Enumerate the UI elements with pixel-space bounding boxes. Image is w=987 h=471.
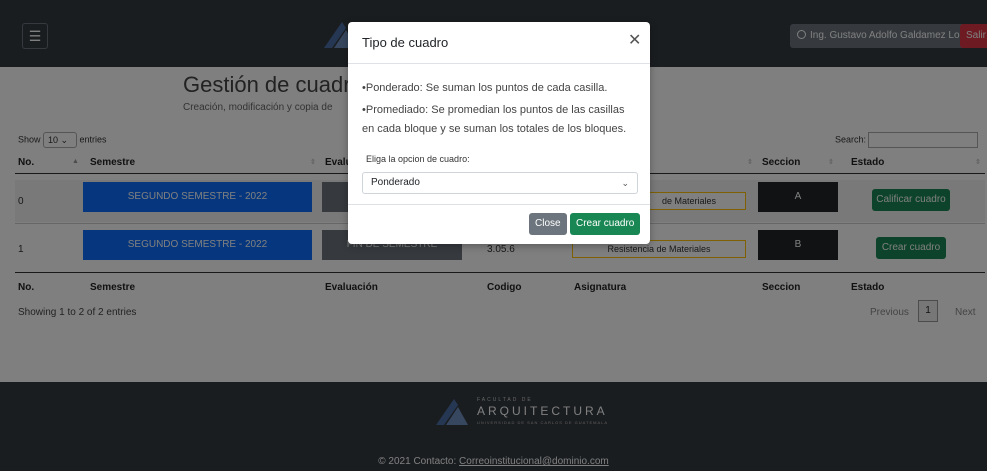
- cuadro-type-label: Eliga la opcion de cuadro:: [366, 154, 470, 164]
- modal-header: Tipo de cuadro ✕: [348, 22, 650, 64]
- modal-footer-divider: [348, 204, 650, 205]
- modal-create-cuadro-button[interactable]: Crear cuadro: [570, 213, 641, 235]
- modal-title: Tipo de cuadro: [362, 35, 449, 50]
- modal-close-button[interactable]: Close: [529, 213, 567, 235]
- modal-description-promediado-cont: en cada bloque y se suman los totales de…: [362, 123, 627, 135]
- cuadro-type-value: Ponderado: [371, 177, 420, 188]
- modal-description-promediado: •Promediado: Se promedian los puntos de …: [362, 104, 625, 116]
- cuadro-type-select[interactable]: Ponderado ⌄: [362, 172, 638, 194]
- modal-description-ponderado: •Ponderado: Se suman los puntos de cada …: [362, 82, 608, 94]
- close-icon[interactable]: ✕: [628, 32, 641, 50]
- chevron-down-icon: ⌄: [621, 178, 629, 188]
- tipo-cuadro-modal: Tipo de cuadro ✕ •Ponderado: Se suman lo…: [348, 22, 650, 244]
